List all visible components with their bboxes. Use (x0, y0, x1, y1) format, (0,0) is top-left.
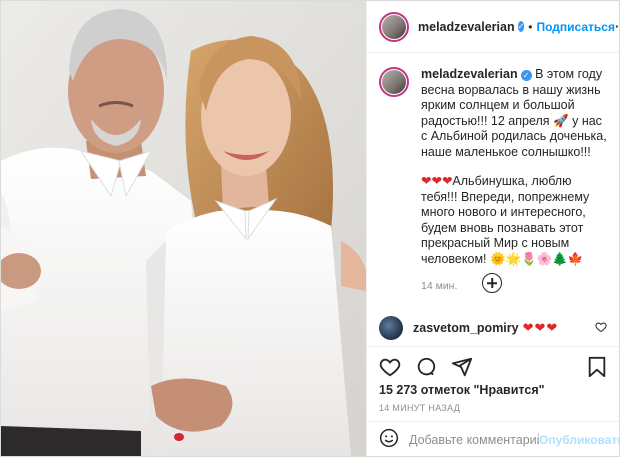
verified-badge-icon: ✓ (517, 21, 525, 32)
publish-button[interactable]: Опубликовать (539, 433, 620, 447)
comment-icon[interactable] (415, 356, 437, 378)
share-icon[interactable] (451, 356, 473, 378)
post-header: meladzevalerian ✓ • Подписаться ··· (367, 1, 620, 53)
instagram-post: meladzevalerian ✓ • Подписаться ··· mela… (0, 0, 620, 457)
rocket-emoji: 🚀 (553, 113, 569, 128)
heart-icon[interactable] (379, 356, 401, 378)
commenter-avatar[interactable] (379, 316, 403, 340)
comment-like-icon[interactable] (595, 321, 607, 336)
post-image (1, 1, 366, 456)
post-timestamp: 14 минут назад (379, 403, 461, 413)
comment-row: zasvetom_pomiry ❤❤❤ (367, 316, 619, 340)
caption-time: 14 мин. (421, 280, 458, 292)
comment-text: ❤❤❤ (522, 320, 559, 335)
follow-button[interactable]: Подписаться (537, 20, 615, 34)
flowers-emoji: 🌞🌟🌷🌸🌲🍁 (490, 251, 584, 266)
author-avatar[interactable] (379, 11, 409, 42)
verified-badge-icon: ✓ (520, 70, 532, 81)
likes-count[interactable]: 15 273 отметок "Нравится" (379, 383, 607, 397)
post-photo[interactable] (1, 1, 366, 456)
commenter-username[interactable]: zasvetom_pomiry (413, 321, 519, 335)
author-username[interactable]: meladzevalerian (418, 20, 515, 34)
bookmark-icon[interactable] (587, 356, 607, 378)
load-more-comments-icon[interactable] (482, 273, 502, 293)
action-bar (379, 347, 607, 387)
post-sidebar: meladzevalerian ✓ • Подписаться ··· mela… (366, 1, 620, 457)
separator-dot: • (528, 19, 533, 34)
caption-username[interactable]: meladzevalerian (421, 67, 518, 81)
more-options-icon[interactable]: ··· (615, 19, 620, 34)
post-actions-area: 15 273 отметок "Нравится" 14 минут назад (367, 346, 619, 413)
caption-body: meladzevalerian ✓ В этом году весна ворва… (421, 67, 607, 295)
add-comment-bar: Опубликовать (367, 421, 620, 457)
comment-input[interactable] (409, 432, 539, 447)
emoji-icon[interactable] (379, 428, 399, 451)
caption-avatar[interactable] (379, 67, 409, 97)
post-caption: meladzevalerian ✓ В этом году весна ворва… (367, 53, 619, 295)
hearts-emoji: ❤❤❤ (421, 174, 453, 188)
